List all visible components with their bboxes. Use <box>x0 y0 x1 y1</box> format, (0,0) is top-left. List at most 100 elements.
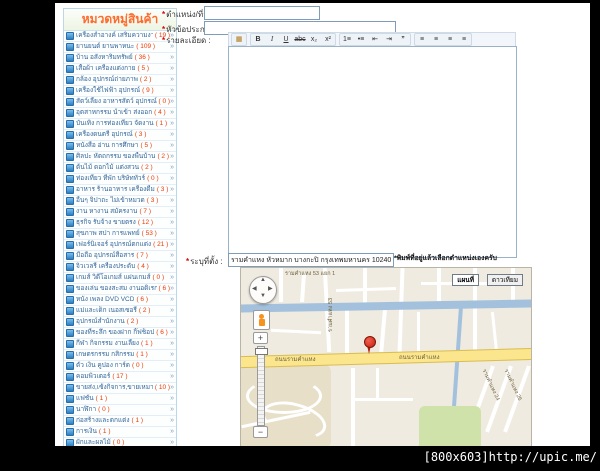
sidebar-item[interactable]: ธุรกิจ รับจ้าง ขายตรง ( 12 ) » <box>64 218 176 229</box>
pan-up-arrow-icon[interactable]: ▲ <box>260 277 266 283</box>
pegman-streetview-control[interactable] <box>253 310 270 330</box>
sidebar-item[interactable]: อื่นๆ จิปาถะ ไม่เข้าหมวด ( 3 ) » <box>64 196 176 207</box>
category-count: ( 36 ) <box>134 54 150 61</box>
sidebar-item[interactable]: ตั๋ว เงิน คูปอง การ์ด ( 0 ) » <box>64 361 176 372</box>
sidebar-item[interactable]: เครื่องสำอางค์ เสริมความงาม ( 19 ) » <box>64 31 176 42</box>
indent-button[interactable]: ⇥ <box>382 34 396 45</box>
sidebar-item[interactable]: อาหาร ร้านอาหาร เครื่องดื่ม ( 3 ) » <box>64 185 176 196</box>
pan-left-arrow-icon[interactable]: ◀ <box>252 285 257 292</box>
sidebar-item[interactable]: เครื่องใช้ไฟฟ้า อุปกรณ์ ( 9 ) » <box>64 86 176 97</box>
sidebar-item[interactable]: ท่องเที่ยว ที่พัก บริษัททัวร์ ( 0 ) » <box>64 174 176 185</box>
chevron-right-icon: » <box>170 274 174 281</box>
google-map[interactable]: ถนนรามคำแหง ถนนรามคำแหง รามคำแหง 53 แยก … <box>240 267 532 446</box>
pan-right-arrow-icon[interactable]: ▶ <box>268 285 273 292</box>
category-label: เกมส์ วิดีโอเกมส์ แผ่นเกมส์ <box>76 274 151 281</box>
ordered-list-button[interactable]: 1≡ <box>340 34 354 45</box>
sidebar-item[interactable]: บันเทิง การท่องเที่ยว จัดงาน ( 1 ) » <box>64 119 176 130</box>
sidebar-item[interactable]: งาน หางาน สมัครงาน ( 7 ) » <box>64 207 176 218</box>
sidebar-item[interactable]: หนังสือ อ่าน การศึกษา ( 5 ) » <box>64 141 176 152</box>
chevron-right-icon: » <box>170 351 174 358</box>
map-type-satellite-button[interactable]: ดาวเทียม <box>486 274 523 286</box>
location-search-input[interactable] <box>228 253 394 267</box>
image-button[interactable]: ▦ <box>232 34 246 45</box>
sidebar-item[interactable]: มือถือ อุปกรณ์สื่อสาร ( 7 ) » <box>64 251 176 262</box>
category-label: เกษตรกรรม กสิกรรม <box>76 351 135 358</box>
sidebar-item[interactable]: แฟชั่น ( 1 ) » <box>64 394 176 405</box>
position-address-input[interactable] <box>204 6 320 20</box>
sidebar-item[interactable]: จิวเวลรี่ เครื่องประดับ ( 4 ) » <box>64 262 176 273</box>
category-count: ( 0 ) <box>112 439 125 446</box>
sidebar-item[interactable]: ยานยนต์ ยานพาหนะ ( 109 ) » <box>64 42 176 53</box>
category-folder-icon <box>66 65 74 73</box>
outdent-button[interactable]: ⇤ <box>368 34 382 45</box>
sidebar-item[interactable]: ของที่ระลึก ของฝาก กิ๊ฟช็อป ( 6 ) » <box>64 328 176 339</box>
chevron-right-icon: » <box>170 54 174 61</box>
sidebar-item[interactable]: สุขภาพ สปา การแพทย์ ( 53 ) » <box>64 229 176 240</box>
chevron-right-icon: » <box>170 384 174 391</box>
blockquote-button[interactable]: ” <box>396 34 410 45</box>
zoom-out-button[interactable]: − <box>253 426 268 438</box>
category-folder-icon <box>66 340 74 348</box>
category-folder-icon <box>66 296 74 304</box>
category-folder-icon <box>66 54 74 62</box>
align-justify-button[interactable]: ≡ <box>457 34 471 45</box>
sidebar-item[interactable]: เสื้อผ้า เครื่องแต่งกาย ( 5 ) » <box>64 64 176 75</box>
category-folder-icon <box>66 307 74 315</box>
chevron-right-icon: » <box>170 417 174 424</box>
underline-button[interactable]: U <box>279 34 293 45</box>
sidebar-item[interactable]: ก่อสร้างและตกแต่ง ( 1 ) » <box>64 416 176 427</box>
zoom-slider-thumb[interactable] <box>255 348 268 355</box>
sidebar-item[interactable]: สัตว์เลี้ยง อาหารสัตว์ อุปกรณ์ ( 0 ) » <box>64 97 176 108</box>
bold-button[interactable]: B <box>251 34 265 45</box>
category-folder-icon <box>66 395 74 403</box>
sidebar-item[interactable]: คอมพิวเตอร์ ( 17 ) » <box>64 372 176 383</box>
location-marker-pin[interactable] <box>363 336 376 356</box>
chevron-right-icon: » <box>170 186 174 193</box>
strikethrough-button[interactable]: abc <box>293 34 307 45</box>
chevron-right-icon: » <box>170 373 174 380</box>
sidebar-item[interactable]: นาฬิกา ( 0 ) » <box>64 405 176 416</box>
sidebar-item[interactable]: เฟอร์นิเจอร์ อุปกรณ์ตกแต่ง ( 21 ) » <box>64 240 176 251</box>
unordered-list-button[interactable]: •≡ <box>354 34 368 45</box>
italic-button[interactable]: I <box>265 34 279 45</box>
pan-down-arrow-icon[interactable]: ▼ <box>260 293 266 299</box>
sidebar-item[interactable]: เกมส์ วิดีโอเกมส์ แผ่นเกมส์ ( 0 ) » <box>64 273 176 284</box>
sidebar-item[interactable]: ของเล่น ของสะสม งานอดิเรก ( 6 ) » <box>64 284 176 295</box>
sidebar-item[interactable]: ศิลปะ หัตถกรรม ของพื้นบ้าน ( 2 ) » <box>64 152 176 163</box>
sidebar-item[interactable]: กล้อง อุปกรณ์ถ่ายภาพ ( 2 ) » <box>64 75 176 86</box>
category-folder-icon <box>66 120 74 128</box>
sidebar-item[interactable]: แม่และเด็ก เนอสเซอรี่ ( 2 ) » <box>64 306 176 317</box>
align-right-button[interactable]: ≡ <box>443 34 457 45</box>
sidebar-item[interactable]: ผักและผลไม้ ( 0 ) » <box>64 438 176 446</box>
sidebar-category-list: เครื่องสำอางค์ เสริมความงาม ( 19 ) » ยาน… <box>64 31 176 446</box>
align-left-button[interactable]: ≡ <box>415 34 429 45</box>
category-label: อุปกรณ์สำนักงาน <box>76 318 125 325</box>
subscript-button[interactable]: x₂ <box>307 34 321 45</box>
sidebar-item[interactable]: การเงิน ( 1 ) » <box>64 427 176 438</box>
required-asterisk: * <box>186 257 190 266</box>
sidebar-item[interactable]: อุตสาหกรรม นำเข้า ส่งออก ( 4 ) » <box>64 108 176 119</box>
sidebar-item[interactable]: หนัง เพลง DVD VCD ( 6 ) » <box>64 295 176 306</box>
sidebar-item[interactable]: ต้นไม้ ดอกไม้ แต่งสวน ( 2 ) » <box>64 163 176 174</box>
category-label: แฟชั่น <box>76 395 94 402</box>
sidebar-item[interactable]: กีฬา กิจกรรม งานเลี้ยง ( 1 ) » <box>64 339 176 350</box>
sidebar-item[interactable]: ขายส่ง,เซ้งกิจการ,ขายเหมา ( 10 ) » <box>64 383 176 394</box>
category-label: ยานยนต์ ยานพาหนะ <box>76 43 135 50</box>
superscript-button[interactable]: x² <box>321 34 335 45</box>
category-folder-icon <box>66 252 74 260</box>
map-type-map-button[interactable]: แผนที่ <box>452 274 479 286</box>
map-pan-control[interactable]: ▲ ▼ ◀ ▶ <box>249 276 277 304</box>
road-label: ถนนรามคำแหง <box>275 357 316 363</box>
sidebar-item[interactable]: บ้าน อสังหาริมทรัพย์ ( 36 ) » <box>64 53 176 64</box>
category-label: เครื่องใช้ไฟฟ้า อุปกรณ์ <box>76 87 141 94</box>
sidebar-item[interactable]: อุปกรณ์สำนักงาน ( 2 ) » <box>64 317 176 328</box>
chevron-right-icon: » <box>170 318 174 325</box>
chevron-right-icon: » <box>170 131 174 138</box>
sidebar-item[interactable]: เครื่องดนตรี อุปกรณ์ ( 3 ) » <box>64 130 176 141</box>
zoom-in-button[interactable]: + <box>253 332 268 344</box>
align-center-button[interactable]: ≡ <box>429 34 443 45</box>
toolbar-button-group: 1≡ •≡ ⇤ ⇥” <box>339 33 411 46</box>
zoom-slider-track[interactable] <box>257 346 265 426</box>
sidebar-item[interactable]: เกษตรกรรม กสิกรรม ( 1 ) » <box>64 350 176 361</box>
details-editor-textarea[interactable] <box>228 46 517 258</box>
